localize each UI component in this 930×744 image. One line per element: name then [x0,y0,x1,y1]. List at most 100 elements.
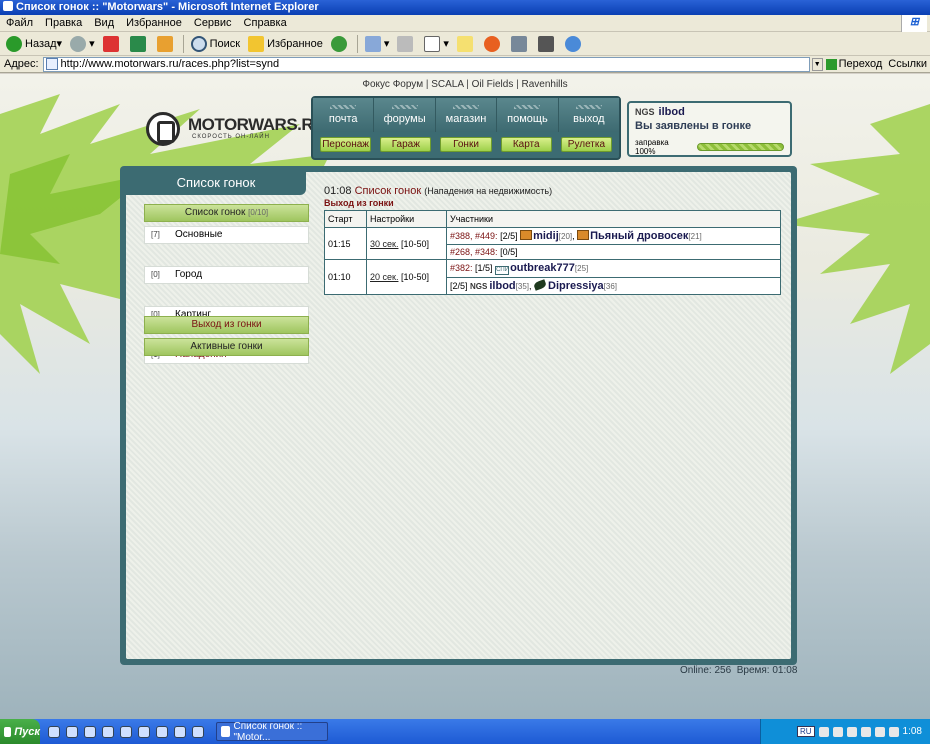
search-button[interactable]: Поиск [188,34,243,54]
back-label: Назад [25,37,57,50]
forward-button[interactable]: ▾ [67,34,98,54]
sidebar-item-city[interactable]: [0] Город [144,266,309,284]
participants-line: #388, #449: [2/5] midij[20], Пьяный дров… [446,227,781,245]
app-icon[interactable] [138,725,150,738]
nav-forums[interactable]: форумы [374,98,436,132]
nav-character[interactable]: Персонаж [320,137,372,152]
messenger-button[interactable] [562,34,587,54]
player-name[interactable]: Пьяный дровосек [590,230,688,242]
address-input[interactable]: http://www.motorwars.ru/races.php?list=s… [42,56,810,72]
player-name[interactable]: ilbod [489,280,515,292]
exit-race-link[interactable]: Выход из гонки [324,198,781,208]
window-titlebar: Список гонок :: "Motorwars" - Microsoft … [0,0,930,15]
sidebar-active-races[interactable]: Активные гонки [144,338,309,356]
race-interval-link[interactable]: 20 сек. [370,272,398,282]
link-scala[interactable]: SCALA [431,79,463,90]
sidebar-item-count: [0/10] [248,208,269,217]
player-name[interactable]: Dipressiya [548,280,604,292]
menu-favorites[interactable]: Избранное [120,15,188,31]
outlook-icon[interactable] [102,725,114,738]
menu-help[interactable]: Справка [238,15,293,31]
links-button[interactable]: Ссылки [885,58,930,70]
explorer-icon[interactable] [66,725,78,738]
menu-edit[interactable]: Правка [39,15,88,31]
refresh-button[interactable] [127,34,152,54]
sidebar-item-main[interactable]: [7] Основные [144,226,309,244]
nav-races[interactable]: Гонки [440,137,492,152]
link-focus-forum[interactable]: Фокус Форум [362,79,423,90]
sidebar-item-label: Основные [175,229,223,240]
ie-quick-icon[interactable] [84,725,96,738]
class-badge-icon [577,230,590,240]
clan-badge-icon: СПИ [495,266,510,275]
go-label: Переход [838,58,883,70]
menu-file[interactable]: Файл [0,15,39,31]
app-icon[interactable] [174,725,186,738]
nav-map[interactable]: Карта [500,137,552,152]
app-icon[interactable] [156,725,168,738]
taskbar-window-button[interactable]: Список гонок :: "Motor... [216,721,328,743]
tray-icon[interactable] [818,726,829,737]
messenger-icon [564,35,581,52]
start-button[interactable]: Пуск [0,719,40,744]
nav-roulette[interactable]: Рулетка [560,137,613,152]
address-dropdown[interactable]: ▼ [811,57,823,71]
col-start: Старт [324,210,367,228]
race-level-range: [10-50] [400,238,430,249]
media-button[interactable] [508,34,533,54]
nav-exit[interactable]: выход [559,98,619,132]
race-ids[interactable]: #268, #348: [450,247,498,257]
toolbar-divider [182,34,184,53]
desktop-icon[interactable] [48,725,60,738]
race-interval-link[interactable]: 30 сек. [370,239,398,249]
green-splash-right [780,104,930,374]
participants-line: #382: [1/5] СПИoutbreak777[25] [446,259,781,278]
menu-view[interactable]: Вид [88,15,120,31]
nav-mail[interactable]: почта [313,98,375,132]
player-name[interactable]: outbreak777 [510,262,575,274]
go-button[interactable]: Переход [823,58,886,70]
link-ravenhills[interactable]: Ravenhills [521,79,567,90]
shield-icon[interactable] [860,726,871,737]
network-icon[interactable] [888,726,899,737]
film-button[interactable] [535,34,560,54]
race-ids[interactable]: #388, #449: [450,231,498,241]
app-icon[interactable] [192,725,204,738]
mailru-button[interactable] [481,34,506,54]
favorites-button[interactable]: Избранное [245,34,326,54]
nav-help[interactable]: помощь [497,98,559,132]
nav-garage[interactable]: Гараж [380,137,432,152]
at-icon [483,35,500,52]
print-button[interactable] [394,34,419,54]
player-name[interactable]: midij [533,230,559,242]
history-icon [330,35,347,52]
ie-task-icon [221,726,231,737]
mail-button[interactable]: ▾ [362,34,393,54]
discuss-button[interactable] [454,34,479,54]
nav-shop[interactable]: магазин [436,98,498,132]
username[interactable]: ilbod [659,106,685,118]
edit-button[interactable]: ▾ [421,34,452,54]
content-header: 01:08 Список гонок (Нападения на недвижи… [324,185,781,197]
mail-icon [364,35,381,52]
race-ids[interactable]: #382: [450,263,473,273]
app-icon[interactable] [120,725,132,738]
home-button[interactable] [154,34,179,54]
tray-icon[interactable] [832,726,843,737]
tray-icon[interactable] [846,726,857,737]
menu-tools[interactable]: Сервис [188,15,238,31]
link-oil-fields[interactable]: Oil Fields [472,79,514,90]
home-icon [156,35,173,52]
volume-icon[interactable] [874,726,885,737]
content-subtitle: (Нападения на недвижимость) [424,186,553,196]
language-indicator[interactable]: RU [796,726,815,737]
stop-button[interactable] [100,34,125,54]
races-table: Старт Настройки Участники 01:15 30 сек. … [324,210,781,295]
sidebar-title: Список гонок [126,172,306,195]
history-button[interactable] [328,34,353,54]
site-logo[interactable]: MOTORWARS.RU СКОРОСТЬ ОН-ЛАЙН [146,112,325,146]
ie-icon [3,1,13,11]
sidebar-exit-race[interactable]: Выход из гонки [144,316,309,334]
back-button[interactable]: Назад ▾ [3,34,65,54]
sidebar-item-race-list[interactable]: Список гонок [0/10] [144,204,309,222]
